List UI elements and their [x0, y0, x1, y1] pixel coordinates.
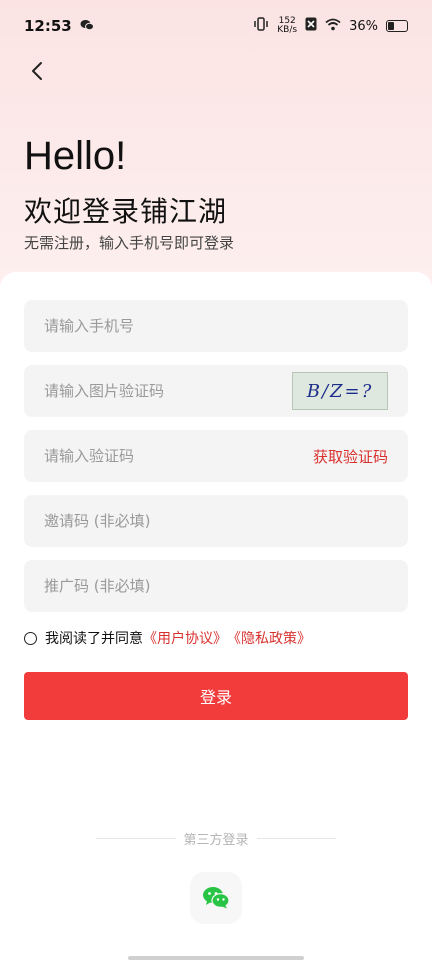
battery-fill	[388, 22, 394, 30]
wechat-login-button[interactable]	[190, 872, 242, 924]
wechat-icon	[203, 887, 230, 909]
network-speed: 152 KB/s	[277, 17, 297, 35]
get-code-button[interactable]: 获取验证码	[313, 430, 388, 482]
login-subtitle: 无需注册，输入手机号即可登录	[24, 234, 235, 252]
user-agreement-link[interactable]: 《用户协议》	[143, 628, 227, 648]
login-button[interactable]: 登录	[24, 672, 408, 720]
network-speed-unit: KB/s	[277, 25, 298, 35]
agreement-row: 我阅读了并同意 《用户协议》 《隐私政策》	[24, 628, 311, 648]
captcha-image[interactable]: B/Z=?	[292, 372, 388, 410]
divider-line	[96, 837, 176, 839]
status-right: 152 KB/s 36%	[253, 17, 408, 35]
invite-code-input[interactable]	[44, 512, 388, 530]
promo-code-field[interactable]	[24, 560, 408, 612]
image-code-field[interactable]: B/Z=?	[24, 365, 408, 417]
invite-code-field[interactable]	[24, 495, 408, 547]
wifi-icon	[325, 18, 341, 35]
chevron-left-icon	[32, 62, 42, 80]
wechat-notification-icon	[80, 17, 94, 35]
third-party-label: 第三方登录	[183, 832, 249, 848]
status-left: 12:53	[24, 17, 94, 35]
agreement-text: 我阅读了并同意	[45, 631, 143, 647]
agreement-radio[interactable]	[24, 631, 37, 645]
privacy-policy-link[interactable]: 《隐私政策》	[227, 628, 311, 648]
divider-line	[256, 837, 337, 839]
no-sim-icon	[305, 17, 317, 35]
third-party-divider: 第三方登录	[96, 828, 337, 848]
sms-code-input[interactable]	[44, 447, 294, 465]
phone-field[interactable]	[24, 300, 408, 352]
status-bar: 12:53 152 KB/s 36%	[0, 0, 432, 52]
back-button[interactable]	[22, 56, 52, 86]
status-time: 12:53	[24, 17, 72, 35]
promo-code-input[interactable]	[44, 577, 388, 595]
home-indicator[interactable]	[128, 956, 304, 960]
image-code-input[interactable]	[44, 382, 294, 400]
welcome-title: 欢迎登录铺江湖	[24, 195, 228, 228]
hello-heading: Hello!	[24, 134, 127, 178]
battery-percent: 36%	[349, 18, 378, 34]
vibrate-icon	[253, 17, 269, 35]
battery-icon	[386, 20, 408, 32]
phone-input[interactable]	[44, 317, 388, 335]
sms-code-field[interactable]: 获取验证码	[24, 430, 408, 482]
